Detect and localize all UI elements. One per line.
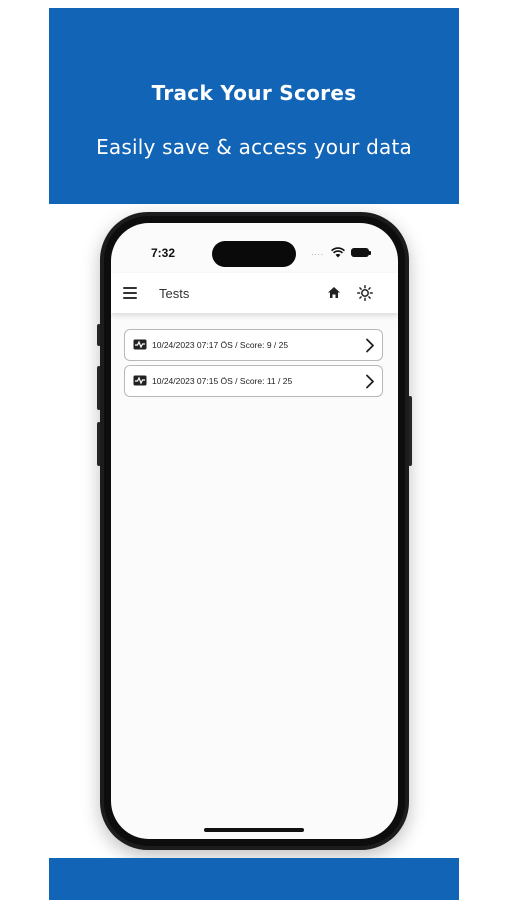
test-list: 10/24/2023 07:17 ÖS / Score: 9 / 25 10/2… <box>124 329 383 401</box>
home-icon[interactable] <box>327 286 341 299</box>
banner-subtitle: Easily save & access your data <box>96 135 412 159</box>
list-item[interactable]: 10/24/2023 07:15 ÖS / Score: 11 / 25 <box>124 365 383 397</box>
page-title: Tests <box>159 286 190 301</box>
list-item[interactable]: 10/24/2023 07:17 ÖS / Score: 9 / 25 <box>124 329 383 361</box>
test-result-icon <box>133 375 147 386</box>
banner-title: Track Your Scores <box>151 81 357 105</box>
chevron-right-icon <box>366 374 374 389</box>
home-indicator[interactable] <box>204 828 304 832</box>
bottom-banner-strip <box>49 858 459 900</box>
test-result-icon <box>133 339 147 350</box>
promo-banner: Track Your Scores Easily save & access y… <box>49 8 459 204</box>
phone-screen: 7:32 ···· Tests 10/24/2023 07:17 ÖS / Sc… <box>111 223 398 839</box>
status-time: 7:32 <box>151 246 176 260</box>
sun-icon[interactable] <box>357 285 373 301</box>
battery-tip <box>369 251 371 255</box>
signal-dots-icon: ···· <box>311 250 324 259</box>
wifi-icon <box>331 247 345 258</box>
battery-icon <box>351 248 369 257</box>
phone-frame: 7:32 ···· Tests 10/24/2023 07:17 ÖS / Sc… <box>100 212 409 850</box>
test-label: 10/24/2023 07:17 ÖS / Score: 9 / 25 <box>152 340 289 350</box>
menu-icon[interactable] <box>123 287 137 299</box>
status-icons: ···· <box>311 247 371 259</box>
test-label: 10/24/2023 07:15 ÖS / Score: 11 / 25 <box>152 376 293 386</box>
app-header: Tests <box>111 273 398 313</box>
dynamic-island <box>212 241 296 267</box>
chevron-right-icon <box>366 338 374 353</box>
